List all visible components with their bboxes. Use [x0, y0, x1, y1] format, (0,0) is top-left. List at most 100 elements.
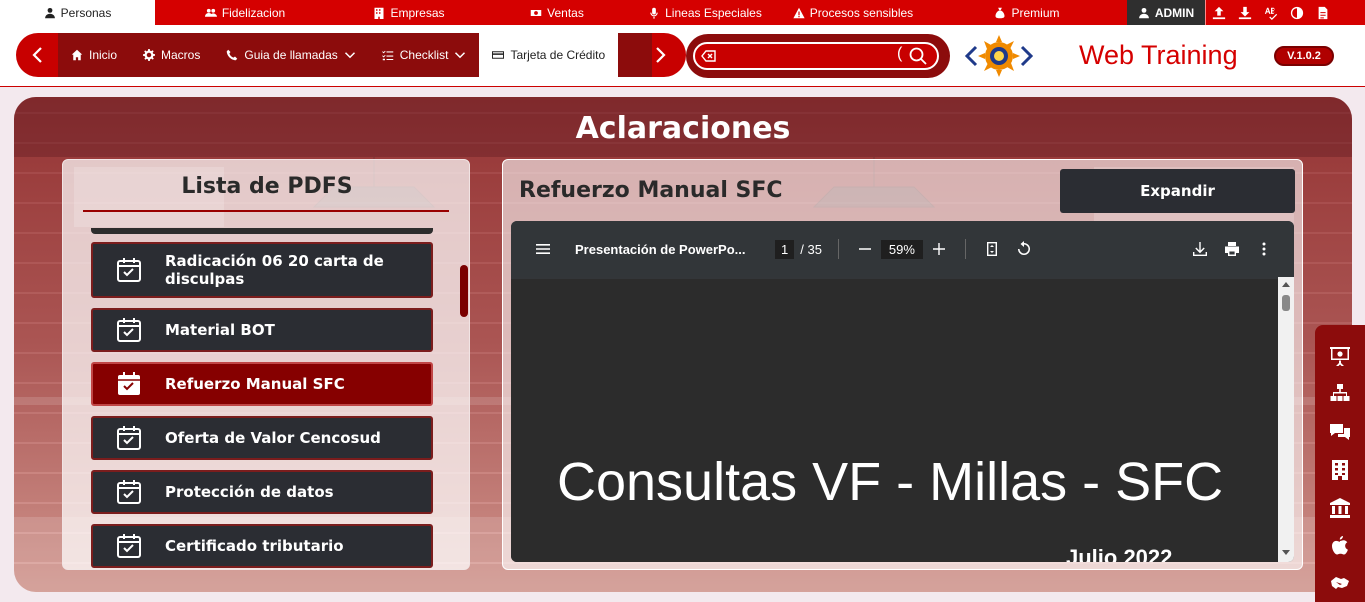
building-icon — [374, 7, 384, 19]
zoom-in-button[interactable] — [923, 233, 955, 265]
pdf-item-label: Radicación 06 20 carta de disculpas — [165, 252, 384, 288]
more-options-button[interactable] — [1248, 233, 1280, 265]
pdf-item-radicacion[interactable]: Radicación 06 20 carta de disculpas — [91, 242, 433, 298]
rail-apple[interactable] — [1315, 527, 1365, 565]
checklist-icon — [381, 50, 393, 61]
upload-button[interactable] — [1206, 0, 1232, 25]
side-rail — [1315, 325, 1365, 602]
pdf-item-oferta-valor[interactable]: Oferta de Valor Cencosud — [91, 416, 433, 460]
tab-premium[interactable]: Premium — [927, 0, 1127, 25]
fit-page-button[interactable] — [976, 233, 1008, 265]
search-input[interactable] — [723, 46, 893, 66]
list-scrollbar[interactable] — [460, 265, 468, 317]
calendar-check-icon — [109, 250, 149, 290]
paren-glyph: ( — [897, 45, 903, 62]
tab-procesos-sensibles[interactable]: Procesos sensibles — [779, 0, 927, 25]
document-icon — [1318, 6, 1328, 19]
pdf-doc-name: Presentación de PowerPo... — [575, 241, 746, 257]
clear-icon[interactable] — [701, 48, 717, 64]
tab-fidelizacion[interactable]: Fidelizacion — [155, 0, 335, 25]
menu-button[interactable] — [527, 233, 559, 265]
nav-item-macros[interactable]: Macros — [130, 33, 213, 77]
rotate-button[interactable] — [1008, 233, 1040, 265]
rail-presentation[interactable] — [1315, 337, 1365, 375]
pdf-item-label: Refuerzo Manual SFC — [165, 375, 345, 393]
list-item-partial — [91, 228, 433, 234]
phone-icon — [227, 49, 238, 61]
document-button[interactable] — [1310, 0, 1336, 25]
viewer-title: Refuerzo Manual SFC — [519, 178, 783, 203]
gear-icon — [143, 49, 156, 61]
pdf-item-label: Protección de datos — [165, 483, 334, 501]
search-bar: ( — [686, 34, 950, 78]
nav-label: Macros — [161, 48, 201, 62]
main-header: Inicio Macros Guia de llamadas Checklist… — [0, 25, 1365, 87]
pdf-list: Radicación 06 20 carta de disculpas Mate… — [91, 242, 433, 578]
pdf-page: Consultas VF - Millas - SFC Julio 2022 — [511, 279, 1278, 562]
apple-icon — [1332, 536, 1348, 555]
rail-building[interactable] — [1315, 451, 1365, 489]
search-box: ( — [693, 42, 939, 70]
tab-label: Fidelizacion — [221, 5, 286, 20]
pdf-item-material-bot[interactable]: Material BOT — [91, 308, 433, 352]
tab-label: Procesos sensibles — [809, 5, 914, 20]
slide-date: Julio 2022 — [1066, 545, 1173, 562]
pdf-list-title: Lista de PDFS — [181, 174, 353, 199]
rotate-icon — [1017, 241, 1030, 255]
tab-lineas-especiales[interactable]: Lineas Especiales — [631, 0, 779, 25]
rail-handshake[interactable] — [1315, 565, 1365, 602]
nav-label: Tarjeta de Crédito — [510, 48, 606, 62]
calendar-check-icon — [109, 310, 149, 350]
contrast-button[interactable] — [1284, 0, 1310, 25]
money-bag-icon — [995, 7, 1005, 18]
nav-label: Checklist — [399, 48, 449, 62]
tab-ventas[interactable]: Ventas — [483, 0, 631, 25]
chevron-right-icon[interactable] — [650, 45, 670, 65]
contrast-icon — [1290, 6, 1304, 19]
handshake-icon — [1331, 577, 1349, 589]
nav-item-checklist[interactable]: Checklist — [369, 33, 480, 77]
calendar-check-icon — [109, 418, 149, 458]
scroll-thumb[interactable] — [1282, 295, 1290, 311]
tab-label: Empresas — [390, 5, 445, 20]
fit-page-icon — [986, 242, 997, 256]
page-number-input[interactable]: 1 — [775, 239, 795, 259]
chevron-down-icon — [455, 52, 466, 59]
chevron-left-icon[interactable] — [28, 45, 48, 65]
rail-chat[interactable] — [1315, 413, 1365, 451]
hamburger-icon — [536, 244, 550, 254]
download-pdf-button[interactable] — [1184, 233, 1216, 265]
pdf-item-certificado-tributario[interactable]: Certificado tributario — [91, 524, 433, 568]
scroll-up-icon[interactable] — [1281, 280, 1291, 290]
download-icon — [1193, 242, 1207, 256]
download-button[interactable] — [1232, 0, 1258, 25]
chat-icon — [1330, 424, 1350, 440]
pdf-item-refuerzo-manual[interactable]: Refuerzo Manual SFC — [91, 362, 433, 406]
divider — [837, 239, 839, 259]
search-icon[interactable] — [909, 47, 927, 65]
print-button[interactable] — [1216, 233, 1248, 265]
zoom-level[interactable]: 59% — [880, 239, 923, 259]
tab-empresas[interactable]: Empresas — [335, 0, 483, 25]
nav-item-guia-llamadas[interactable]: Guia de llamadas — [213, 33, 368, 77]
rail-sitemap[interactable] — [1315, 375, 1365, 413]
download-icon — [1238, 6, 1252, 19]
tab-personas[interactable]: Personas — [0, 0, 155, 25]
pdf-item-proteccion-datos[interactable]: Protección de datos — [91, 470, 433, 514]
pdf-scrollbar[interactable] — [1278, 277, 1294, 562]
scroll-down-icon[interactable] — [1281, 547, 1291, 557]
expand-button[interactable]: Expandir — [1060, 169, 1295, 213]
home-icon — [71, 49, 83, 61]
content-area: Aclaraciones Lista de PDFS Radicación 06… — [14, 97, 1352, 592]
minus-icon — [858, 248, 871, 250]
tab-label: Personas — [60, 5, 112, 20]
rail-bank[interactable] — [1315, 489, 1365, 527]
tab-label: Lineas Especiales — [665, 5, 762, 20]
more-vertical-icon — [1262, 242, 1266, 256]
nav-item-inicio[interactable]: Inicio — [58, 33, 130, 77]
zoom-out-button[interactable] — [849, 233, 881, 265]
spellcheck-button[interactable] — [1258, 0, 1284, 25]
admin-menu[interactable]: ADMIN — [1127, 0, 1205, 25]
building-icon — [1332, 460, 1348, 480]
nav-item-tarjeta-credito[interactable]: Tarjeta de Crédito — [479, 33, 619, 77]
